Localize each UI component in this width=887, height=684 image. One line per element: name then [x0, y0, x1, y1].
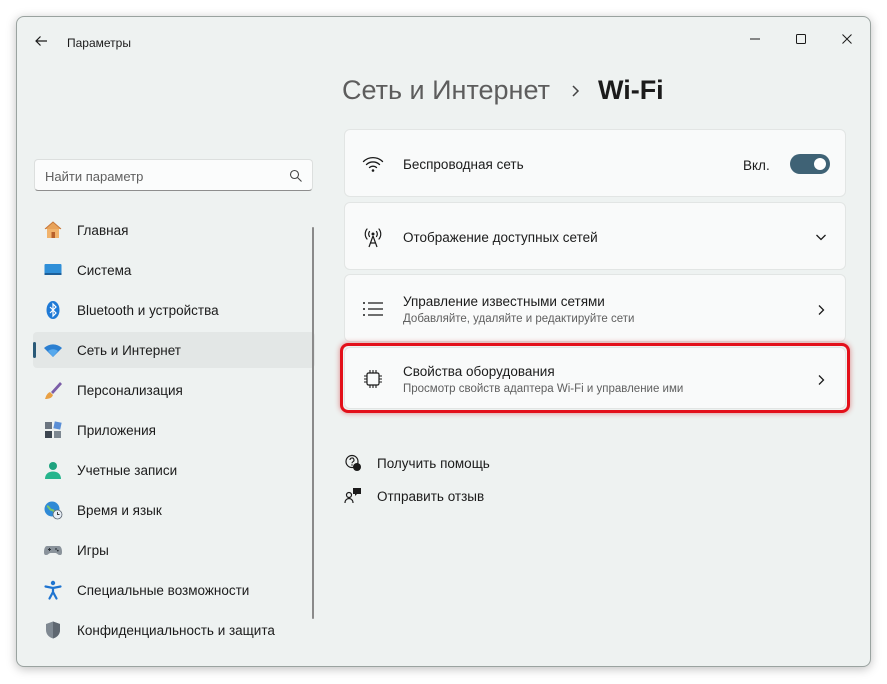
back-button[interactable]	[29, 29, 53, 53]
close-icon	[842, 34, 852, 44]
sidebar-item-home[interactable]: Главная	[33, 212, 315, 248]
known-networks-title: Управление известными сетями	[403, 294, 605, 309]
chevron-right-icon	[818, 375, 825, 385]
sidebar-item-network[interactable]: Сеть и Интернет	[33, 332, 315, 368]
close-button[interactable]	[831, 23, 863, 55]
maximize-button[interactable]	[785, 23, 817, 55]
sidebar-item-label: Главная	[77, 222, 129, 238]
sidebar-item-accessibility[interactable]: Специальные возможности	[33, 572, 315, 608]
title-bar: Параметры	[17, 17, 870, 65]
hardware-properties-subtitle: Просмотр свойств адаптера Wi-Fi и управл…	[403, 383, 684, 395]
hardware-properties-title: Свойства оборудования	[403, 364, 555, 379]
sidebar-nav: Главная Система Bluetooth и устройства С…	[33, 212, 315, 652]
sidebar-item-label: Сеть и Интернет	[77, 342, 181, 358]
shield-icon	[46, 621, 60, 639]
sidebar-item-system[interactable]: Система	[33, 252, 315, 288]
breadcrumb: Сеть и Интернет Wi-Fi	[342, 75, 664, 106]
toggle-state-label: Вкл.	[743, 158, 770, 173]
antenna-icon	[361, 225, 385, 249]
chevron-right-icon	[572, 84, 580, 97]
sidebar-item-label: Время и язык	[77, 502, 162, 518]
wifi-icon	[44, 344, 62, 357]
minimize-icon	[750, 38, 760, 40]
known-networks-subtitle: Добавляйте, удаляйте и редактируйте сети	[403, 313, 635, 325]
wireless-network-title: Беспроводная сеть	[403, 157, 524, 172]
brush-icon	[45, 382, 62, 399]
monitor-icon	[44, 264, 62, 275]
wifi-toggle[interactable]	[790, 154, 830, 174]
minimize-button[interactable]	[739, 23, 771, 55]
send-feedback-label[interactable]: Отправить отзыв	[377, 489, 484, 504]
sidebar-item-time-language[interactable]: Время и язык	[33, 492, 315, 528]
sidebar-item-bluetooth[interactable]: Bluetooth и устройства	[33, 292, 315, 328]
known-networks-card[interactable]: Управление известными сетями Добавляйте,…	[344, 274, 846, 342]
accessibility-icon	[44, 580, 62, 600]
sidebar-item-label: Персонализация	[77, 382, 183, 398]
person-icon	[45, 462, 61, 479]
apps-icon	[45, 421, 62, 438]
wifi-icon	[361, 152, 385, 176]
sidebar-item-label: Конфиденциальность и защита	[77, 622, 275, 638]
sidebar-scrollbar[interactable]	[312, 227, 314, 619]
sidebar-item-gaming[interactable]: Игры	[33, 532, 315, 568]
available-networks-title: Отображение доступных сетей	[403, 230, 598, 245]
list-icon	[361, 297, 385, 321]
get-help-link[interactable]: Получить помощь	[344, 451, 490, 475]
arrow-left-icon	[35, 36, 47, 46]
settings-window: Параметры Главная	[16, 16, 871, 667]
home-icon	[44, 221, 62, 238]
maximize-icon	[796, 34, 806, 44]
available-networks-card[interactable]: Отображение доступных сетей	[344, 202, 846, 270]
sidebar-item-label: Специальные возможности	[77, 582, 250, 598]
sidebar-item-label: Игры	[77, 542, 109, 558]
sidebar-item-label: Учетные записи	[77, 462, 178, 478]
sidebar-item-apps[interactable]: Приложения	[33, 412, 315, 448]
get-help-label[interactable]: Получить помощь	[377, 456, 490, 471]
sidebar-item-label: Система	[77, 262, 132, 278]
breadcrumb-parent[interactable]: Сеть и Интернет	[342, 75, 550, 106]
sidebar-item-privacy[interactable]: Конфиденциальность и защита	[33, 612, 315, 648]
globe-clock-icon	[44, 501, 63, 520]
search-box[interactable]	[34, 159, 313, 191]
help-icon	[345, 454, 361, 471]
sidebar-item-accounts[interactable]: Учетные записи	[33, 452, 315, 488]
page-title: Wi-Fi	[597, 75, 664, 105]
gamepad-icon	[44, 546, 62, 555]
search-icon[interactable]	[289, 169, 303, 183]
toggle-knob	[814, 158, 826, 170]
feedback-icon	[344, 488, 361, 504]
app-title: Параметры	[67, 36, 131, 50]
chevron-down-icon	[816, 234, 826, 241]
search-input[interactable]	[45, 167, 275, 185]
sidebar-item-personalization[interactable]: Персонализация	[33, 372, 315, 408]
bluetooth-icon	[46, 301, 60, 319]
sidebar-item-label: Приложения	[77, 422, 156, 438]
wireless-network-card: Беспроводная сеть Вкл.	[344, 129, 846, 197]
hardware-properties-card[interactable]: Свойства оборудования Просмотр свойств а…	[344, 347, 846, 409]
sidebar-item-label: Bluetooth и устройства	[77, 302, 219, 318]
chevron-right-icon	[818, 305, 825, 315]
chip-icon	[361, 367, 385, 391]
send-feedback-link[interactable]: Отправить отзыв	[344, 484, 484, 508]
